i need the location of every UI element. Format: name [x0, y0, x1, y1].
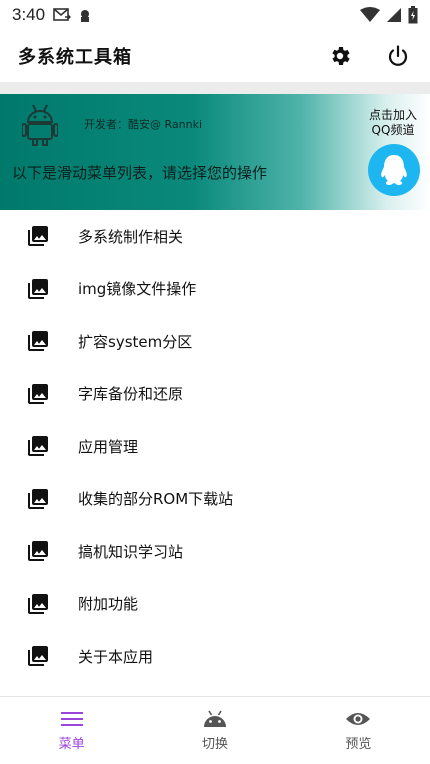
- gear-icon: [332, 47, 350, 65]
- header-divider: [0, 82, 430, 94]
- menu-icon: [60, 712, 83, 726]
- join-qq-link[interactable]: 点击加入 QQ频道: [362, 108, 424, 138]
- status-bar: 3:40: [0, 0, 430, 30]
- menu-item-label: 应用管理: [78, 437, 139, 456]
- menu-item-rom-download[interactable]: 收集的部分ROM下载站: [0, 473, 430, 526]
- app-title: 多系统工具箱: [18, 47, 132, 68]
- info-banner: 开发者：酷安@ Rannki 以下是滑动菜单列表，请选择您的操作 点击加入 QQ…: [0, 94, 430, 210]
- nav-tab-preview[interactable]: 预览: [287, 697, 430, 764]
- menu-item-label: img镜像文件操作: [78, 280, 197, 299]
- wifi-icon: [360, 7, 380, 22]
- nav-tab-label: 切换: [201, 737, 228, 752]
- banner-instruction: 以下是滑动菜单列表，请选择您的操作: [12, 164, 268, 182]
- android-icon: [203, 710, 226, 727]
- menu-item-label: 多系统制作相关: [78, 227, 184, 246]
- menu-item-about[interactable]: 关于本应用: [0, 630, 430, 683]
- developer-credit: 开发者：酷安@ Rannki: [84, 118, 203, 131]
- menu-item-label: 关于本应用: [78, 647, 154, 666]
- menu-list: 多系统制作相关 img镜像文件操作 扩容system分区 字库备份和还原 应用管…: [0, 210, 430, 683]
- android-notification-icon: [81, 10, 90, 22]
- menu-item-label: 搞机知识学习站: [78, 542, 184, 561]
- photo-library-icon: [28, 593, 48, 614]
- photo-library-icon: [28, 488, 48, 509]
- menu-item-font-backup[interactable]: 字库备份和还原: [0, 368, 430, 421]
- menu-item-label: 字库备份和还原: [78, 385, 184, 404]
- eye-icon: [346, 713, 371, 725]
- menu-item-expand-system[interactable]: 扩容system分区: [0, 315, 430, 368]
- photo-library-icon: [28, 383, 48, 404]
- nav-tab-switch[interactable]: 切换: [143, 697, 286, 764]
- qq-button[interactable]: [368, 144, 420, 196]
- android-robot-icon: [22, 104, 58, 146]
- power-icon: [388, 45, 408, 66]
- photo-library-icon: [28, 278, 48, 299]
- qq-penguin-icon: [381, 155, 407, 185]
- mail-notification-icon: [53, 8, 72, 21]
- menu-item-label: 扩容system分区: [78, 332, 193, 351]
- photo-library-icon: [28, 646, 48, 667]
- nav-tab-label: 菜单: [58, 737, 85, 752]
- photo-library-icon: [28, 436, 48, 457]
- settings-button[interactable]: [326, 42, 354, 70]
- nav-tab-menu[interactable]: 菜单: [0, 697, 143, 764]
- menu-item-label: 附加功能: [78, 595, 139, 614]
- menu-item-label: 收集的部分ROM下载站: [78, 490, 234, 509]
- menu-item-multisystem[interactable]: 多系统制作相关: [0, 210, 430, 263]
- menu-item-app-management[interactable]: 应用管理: [0, 420, 430, 473]
- bottom-navigation: 菜单 切换 预览: [0, 696, 430, 764]
- app-bar: 多系统工具箱: [0, 30, 430, 82]
- photo-library-icon: [28, 331, 48, 352]
- photo-library-icon: [28, 226, 48, 247]
- power-button[interactable]: [384, 42, 412, 70]
- menu-item-img-operations[interactable]: img镜像文件操作: [0, 263, 430, 316]
- menu-item-extras[interactable]: 附加功能: [0, 578, 430, 631]
- battery-icon: [408, 6, 418, 24]
- qq-cta-line1: 点击加入: [368, 108, 417, 122]
- nav-tab-label: 预览: [345, 737, 372, 752]
- photo-library-icon: [28, 541, 48, 562]
- menu-item-learning[interactable]: 搞机知识学习站: [0, 525, 430, 578]
- status-time: 3:40: [12, 5, 46, 24]
- signal-icon: [387, 8, 401, 22]
- qq-cta-line2: QQ频道: [371, 123, 415, 137]
